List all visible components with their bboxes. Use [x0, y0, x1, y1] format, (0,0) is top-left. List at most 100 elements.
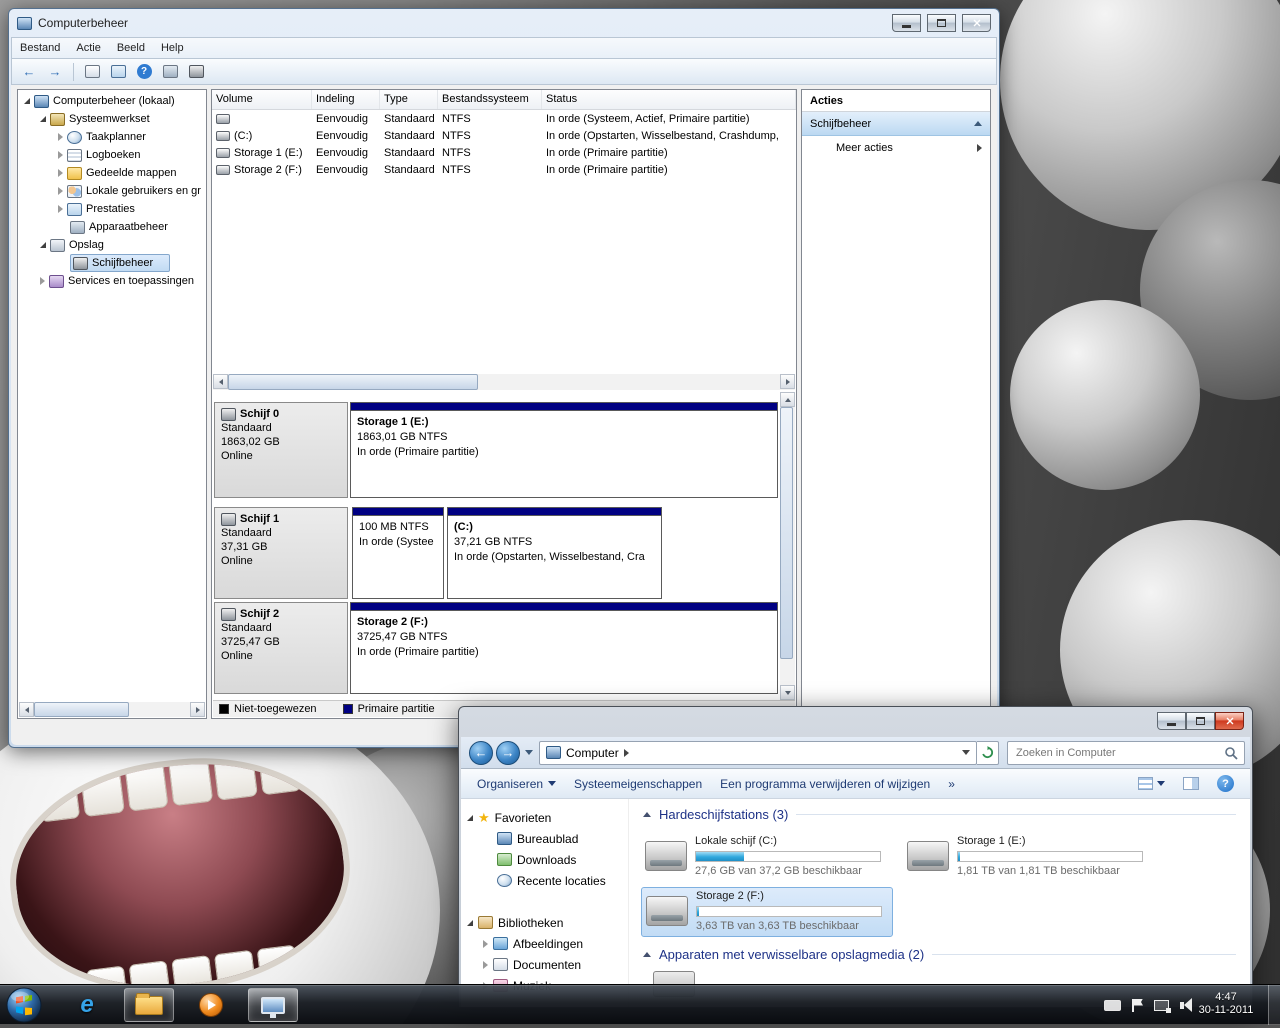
tree-horizontal-scrollbar[interactable]	[19, 702, 205, 717]
help-button[interactable]: ?	[1217, 775, 1234, 792]
tree-item-disk-management[interactable]: Schijfbeheer	[70, 254, 170, 272]
system-properties-button[interactable]: Systeemeigenschappen	[574, 777, 702, 791]
network-icon[interactable]	[1154, 997, 1169, 1013]
tree-item-performance[interactable]: Prestaties	[20, 200, 206, 218]
scroll-down-icon[interactable]	[780, 685, 795, 700]
address-bar[interactable]: Computer	[539, 741, 977, 765]
partition-c[interactable]: (C:) 37,21 GB NTFS In orde (Opstarten, W…	[447, 507, 662, 599]
volume-row[interactable]: Storage 1 (E:) Eenvoudig Standaard NTFS …	[212, 144, 796, 161]
close-button[interactable]	[1215, 712, 1244, 730]
sidebar-item-recent-places[interactable]: Recente locaties	[467, 870, 628, 891]
menu-help[interactable]: Help	[153, 39, 192, 57]
tree-item-shared-folders[interactable]: Gedeelde mappen	[20, 164, 206, 182]
uninstall-program-button[interactable]: Een programma verwijderen of wijzigen	[720, 777, 930, 791]
breadcrumb-arrow-icon[interactable]	[624, 749, 629, 757]
collapsed-icon[interactable]	[58, 187, 63, 195]
maximize-button[interactable]	[927, 14, 956, 32]
tree-item-services-applications[interactable]: Services en toepassingen	[20, 272, 206, 290]
scrollbar-thumb[interactable]	[34, 702, 129, 717]
scroll-right-icon[interactable]	[780, 374, 795, 389]
scroll-left-icon[interactable]	[19, 702, 34, 717]
column-indeling[interactable]: Indeling	[312, 90, 380, 109]
breadcrumb-computer[interactable]: Computer	[566, 746, 619, 760]
collapsed-icon[interactable]	[58, 151, 63, 159]
volume-row[interactable]: (C:) Eenvoudig Standaard NTFS In orde (O…	[212, 127, 796, 144]
column-type[interactable]: Type	[380, 90, 438, 109]
collapsed-icon[interactable]	[58, 205, 63, 213]
scrollbar-thumb[interactable]	[228, 374, 478, 390]
address-dropdown-icon[interactable]	[962, 750, 970, 755]
expanded-icon[interactable]	[24, 98, 30, 104]
sidebar-item-libraries[interactable]: Bibliotheken	[467, 912, 628, 933]
sidebar-item-desktop[interactable]: Bureaublad	[467, 828, 628, 849]
actions-disk-management-section[interactable]: Schijfbeheer	[802, 112, 990, 136]
forward-button[interactable]: →	[496, 741, 520, 765]
volume-list-horizontal-scrollbar[interactable]	[213, 374, 795, 390]
taskbar-computer-management-button[interactable]	[248, 988, 298, 1022]
search-box[interactable]	[1007, 741, 1245, 765]
search-icon[interactable]	[1224, 746, 1238, 760]
collapsed-icon[interactable]	[483, 961, 488, 969]
help-icon[interactable]: ?	[133, 61, 155, 83]
forward-icon[interactable]: →	[44, 61, 66, 83]
expanded-icon[interactable]	[467, 920, 473, 926]
expanded-icon[interactable]	[467, 815, 473, 821]
more-actions-item[interactable]: Meer acties	[802, 136, 990, 160]
drive-item-c[interactable]: Lokale schijf (C:) 27,6 GB van 37,2 GB b…	[641, 833, 893, 883]
sidebar-item-documents[interactable]: Documenten	[467, 954, 628, 975]
back-button[interactable]: ←	[469, 741, 493, 765]
scroll-left-icon[interactable]	[213, 374, 228, 389]
change-view-button[interactable]	[1138, 777, 1165, 790]
expanded-icon[interactable]	[40, 116, 46, 122]
disk-2-header[interactable]: Schijf 2 Standaard 3725,47 GB Online	[214, 602, 348, 694]
collapsed-icon[interactable]	[58, 133, 63, 141]
sidebar-item-downloads[interactable]: Downloads	[467, 849, 628, 870]
menu-beeld[interactable]: Beeld	[109, 39, 153, 57]
group-header-removable-media[interactable]: Apparaten met verwisselbare opslagmedia …	[643, 947, 1236, 962]
group-collapse-icon[interactable]	[643, 812, 651, 817]
collapsed-icon[interactable]	[483, 940, 488, 948]
organize-button[interactable]: Organiseren	[477, 777, 556, 791]
volume-row[interactable]: Storage 2 (F:) Eenvoudig Standaard NTFS …	[212, 161, 796, 178]
sidebar-item-favorites[interactable]: ★ Favorieten	[467, 807, 628, 828]
disk-view-vertical-scrollbar[interactable]	[780, 392, 795, 700]
taskbar-clock[interactable]: 4:47 30-11-2011	[1194, 991, 1258, 1017]
taskbar-explorer-button[interactable]	[124, 988, 174, 1022]
disk-1-header[interactable]: Schijf 1 Standaard 37,31 GB Online	[214, 507, 348, 599]
preview-pane-button[interactable]	[1183, 777, 1199, 790]
show-desktop-button[interactable]	[1268, 985, 1280, 1025]
refresh-button[interactable]	[977, 741, 999, 765]
collapsed-icon[interactable]	[40, 277, 45, 285]
scroll-up-icon[interactable]	[780, 392, 795, 407]
tree-item-task-scheduler[interactable]: Taakplanner	[20, 128, 206, 146]
tree-item-storage[interactable]: Opslag	[20, 236, 206, 254]
search-input[interactable]	[1014, 746, 1224, 760]
drive-item-f-selected[interactable]: Storage 2 (F:) 3,63 TB van 3,63 TB besch…	[641, 887, 893, 937]
group-header-harddisks[interactable]: Hardeschijfstations (3)	[643, 807, 1236, 822]
tree-item-system-tools[interactable]: Systeemwerkset	[20, 110, 206, 128]
sidebar-item-pictures[interactable]: Afbeeldingen	[467, 933, 628, 954]
collapse-icon[interactable]	[974, 121, 982, 126]
minimize-button[interactable]	[892, 14, 921, 32]
console-icon[interactable]	[185, 61, 207, 83]
action-center-flag-icon[interactable]	[1132, 997, 1143, 1013]
maximize-button[interactable]	[1186, 712, 1215, 730]
partition-storage1[interactable]: Storage 1 (E:) 1863,01 GB NTFS In orde (…	[350, 402, 778, 498]
volume-icon[interactable]	[1180, 997, 1192, 1013]
menu-actie[interactable]: Actie	[68, 39, 108, 57]
group-collapse-icon[interactable]	[643, 952, 651, 957]
volume-row[interactable]: Eenvoudig Standaard NTFS In orde (Systee…	[212, 110, 796, 127]
title-bar[interactable]: Computerbeheer x	[9, 9, 999, 37]
expanded-icon[interactable]	[40, 242, 46, 248]
back-icon[interactable]: ←	[18, 61, 40, 83]
tree-item-local-users-groups[interactable]: Lokale gebruikers en gr	[20, 182, 206, 200]
taskbar-media-player-button[interactable]	[186, 988, 236, 1022]
partition-system-reserved[interactable]: 100 MB NTFS In orde (Systee	[352, 507, 444, 599]
collapsed-icon[interactable]	[58, 169, 63, 177]
start-button[interactable]	[6, 987, 42, 1023]
column-volume[interactable]: Volume	[212, 90, 312, 109]
command-overflow-button[interactable]: »	[948, 777, 955, 791]
scroll-right-icon[interactable]	[190, 702, 205, 717]
scrollbar-thumb[interactable]	[780, 407, 793, 659]
panel-icon[interactable]	[159, 61, 181, 83]
